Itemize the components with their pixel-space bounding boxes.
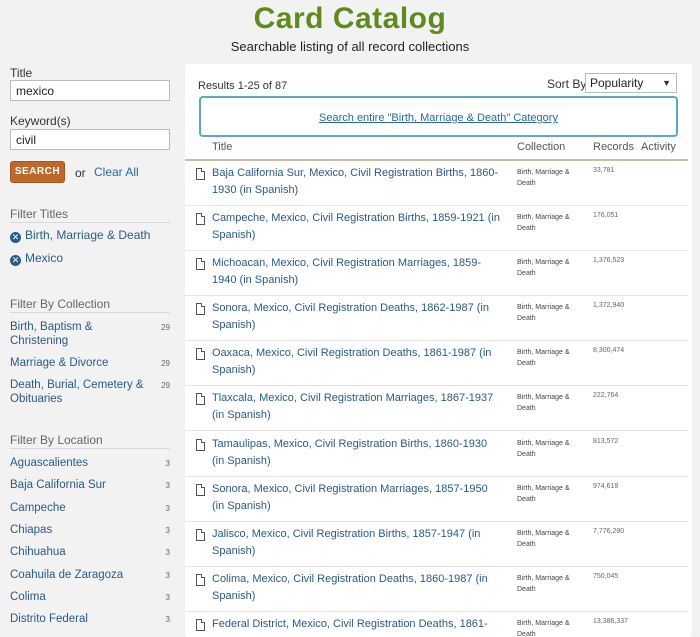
filter-location-heading: Filter By Location: [10, 433, 103, 447]
caret-down-icon: ▼: [662, 78, 671, 88]
table-row: Sonora, Mexico, Civil Registration Death…: [185, 296, 688, 341]
row-collection: Birth, Marriage & Death: [517, 259, 570, 277]
row-title-link[interactable]: Michoacan, Mexico, Civil Registration Ma…: [212, 255, 502, 289]
title-search-input[interactable]: [10, 80, 170, 101]
row-title-link[interactable]: Jalisco, Mexico, Civil Registration Birt…: [212, 526, 502, 560]
row-records: 813,572: [593, 438, 619, 445]
sort-select[interactable]: Popularity ▼: [585, 73, 677, 93]
table-row: Baja California Sur, Mexico, Civil Regis…: [185, 161, 688, 206]
table-row: Michoacan, Mexico, Civil Registration Ma…: [185, 251, 688, 296]
row-records: 222,764: [593, 392, 619, 399]
filter-titles-heading: Filter Titles: [10, 207, 69, 221]
collection-facet-birth[interactable]: Birth, Baptism & Christening 29: [10, 320, 170, 348]
row-collection: Birth, Marriage & Death: [517, 349, 570, 367]
row-records: 1,372,940: [593, 302, 625, 309]
row-collection: Birth, Marriage & Death: [517, 440, 570, 458]
table-row: Jalisco, Mexico, Civil Registration Birt…: [185, 522, 688, 567]
divider: [10, 222, 170, 223]
document-icon: [196, 484, 205, 496]
row-collection: Birth, Marriage & Death: [517, 394, 570, 412]
document-icon: [196, 213, 205, 225]
row-collection: Birth, Marriage & Death: [517, 620, 570, 637]
location-facet[interactable]: Baja California Sur 3: [10, 478, 170, 492]
document-icon: [196, 529, 205, 541]
table-row: Sonora, Mexico, Civil Registration Marri…: [185, 477, 688, 522]
row-title-link[interactable]: Campeche, Mexico, Civil Registration Bir…: [212, 210, 502, 244]
row-title-link[interactable]: Sonora, Mexico, Civil Registration Death…: [212, 300, 502, 334]
row-collection: Birth, Marriage & Death: [517, 530, 570, 548]
row-records: 974,619: [593, 483, 619, 490]
document-icon: [196, 574, 205, 586]
document-icon: [196, 258, 205, 270]
row-collection: Birth, Marriage & Death: [517, 169, 570, 187]
column-header-collection[interactable]: Collection: [517, 141, 565, 153]
document-icon: [196, 303, 205, 315]
filter-collection-heading: Filter By Collection: [10, 297, 111, 311]
or-text: or: [75, 166, 86, 180]
row-title-link[interactable]: Oaxaca, Mexico, Civil Registration Death…: [212, 345, 502, 379]
table-row: Tlaxcala, Mexico, Civil Registration Mar…: [185, 386, 688, 431]
row-records: 33,781: [593, 167, 615, 174]
sort-label: Sort By: [547, 77, 587, 91]
column-header-title[interactable]: Title: [212, 141, 232, 153]
row-records: 7,776,280: [593, 528, 625, 535]
active-filter-mexico[interactable]: ✕ Mexico: [10, 251, 63, 266]
table-row: Tamaulipas, Mexico, Civil Registration B…: [185, 432, 688, 477]
row-records: 13,386,337: [593, 618, 629, 625]
keyword-label: Keyword(s): [10, 114, 71, 128]
page-title: Card Catalog: [253, 2, 447, 35]
document-icon: [196, 393, 205, 405]
row-records: 1,376,523: [593, 257, 625, 264]
location-facet[interactable]: Chihuahua 3: [10, 545, 170, 559]
search-category-box: Search entire "Birth, Marriage & Death" …: [199, 96, 678, 137]
document-icon: [196, 439, 205, 451]
table-row: Oaxaca, Mexico, Civil Registration Death…: [185, 341, 688, 386]
active-filter-birth-marriage-death[interactable]: ✕ Birth, Marriage & Death: [10, 228, 150, 243]
row-title-link[interactable]: Tlaxcala, Mexico, Civil Registration Mar…: [212, 390, 502, 424]
location-facet[interactable]: Aguascalientes 3: [10, 456, 170, 470]
results-count: Results 1-25 of 87: [198, 80, 288, 92]
location-facet[interactable]: Coahuila de Zaragoza 3: [10, 568, 170, 582]
location-facet[interactable]: Colima 3: [10, 590, 170, 604]
remove-filter-icon[interactable]: ✕: [10, 255, 21, 266]
row-records: 750,045: [593, 573, 619, 580]
remove-filter-icon[interactable]: ✕: [10, 232, 21, 243]
document-icon: [196, 168, 205, 180]
location-facet[interactable]: Distrito Federal 3: [10, 612, 170, 626]
collection-facet-marriage[interactable]: Marriage & Divorce 29: [10, 356, 170, 370]
row-collection: Birth, Marriage & Death: [517, 575, 570, 593]
filter-sidebar: Title Keyword(s) SEARCH or Clear All Fil…: [0, 64, 180, 637]
location-facet[interactable]: Chiapas 3: [10, 523, 170, 537]
table-row: Campeche, Mexico, Civil Registration Bir…: [185, 206, 688, 251]
keyword-search-input[interactable]: [10, 129, 170, 150]
row-title-link[interactable]: Colima, Mexico, Civil Registration Death…: [212, 571, 502, 605]
row-collection: Birth, Marriage & Death: [517, 485, 570, 503]
location-facet[interactable]: Campeche 3: [10, 501, 170, 515]
row-records: 8,300,474: [593, 347, 625, 354]
row-title-link[interactable]: Baja California Sur, Mexico, Civil Regis…: [212, 165, 502, 199]
row-collection: Birth, Marriage & Death: [517, 304, 570, 322]
document-icon: [196, 619, 205, 631]
divider: [10, 448, 170, 449]
title-label: Title: [10, 66, 33, 80]
row-collection: Birth, Marriage & Death: [517, 214, 570, 232]
document-icon: [196, 348, 205, 360]
search-button[interactable]: SEARCH: [10, 161, 65, 183]
row-title-link[interactable]: Sonora, Mexico, Civil Registration Marri…: [212, 481, 502, 515]
row-title-link[interactable]: Tamaulipas, Mexico, Civil Registration B…: [212, 436, 502, 470]
column-header-activity[interactable]: Activity: [641, 141, 676, 153]
page-subtitle: Searchable listing of all record collect…: [230, 39, 470, 54]
table-row: Federal District, Mexico, Civil Registra…: [185, 612, 688, 637]
search-category-link[interactable]: Search entire "Birth, Marriage & Death" …: [319, 112, 558, 124]
row-records: 176,051: [593, 212, 619, 219]
column-header-records[interactable]: Records: [593, 141, 634, 153]
row-title-link[interactable]: Federal District, Mexico, Civil Registra…: [212, 616, 502, 633]
divider: [10, 312, 170, 313]
results-panel: Results 1-25 of 87 Sort By Popularity ▼ …: [185, 64, 692, 637]
collection-facet-death[interactable]: Death, Burial, Cemetery & Obituaries 29: [10, 378, 170, 406]
table-row: Colima, Mexico, Civil Registration Death…: [185, 567, 688, 612]
page-header: Card Catalog Searchable listing of all r…: [0, 0, 700, 64]
clear-all-link[interactable]: Clear All: [94, 165, 139, 179]
